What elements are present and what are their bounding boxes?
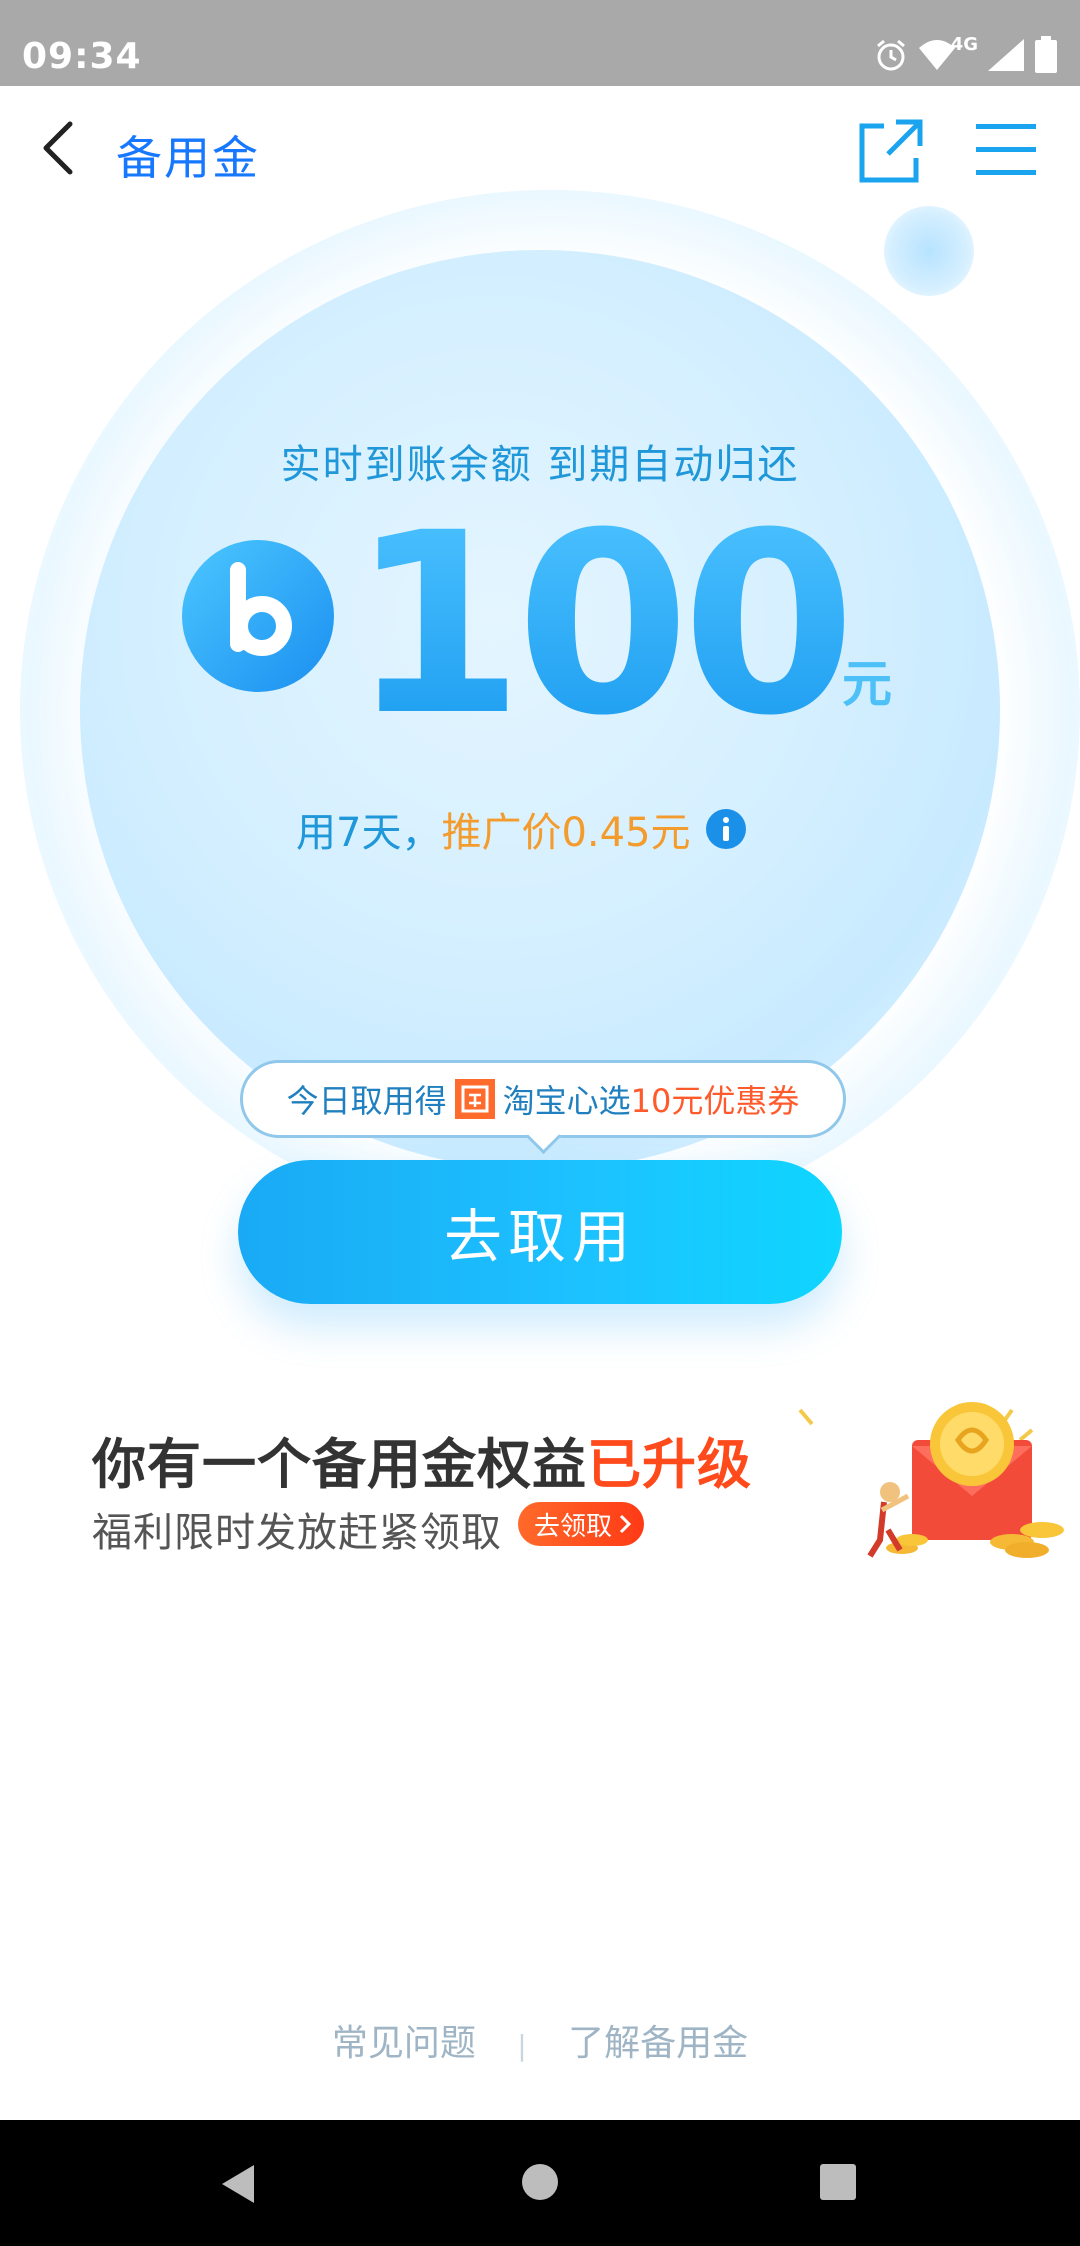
faq-link[interactable]: 常见问题 <box>332 2014 476 2066</box>
signal-icon <box>988 39 1024 71</box>
status-time: 09:34 <box>22 36 142 77</box>
alarm-icon <box>876 39 905 71</box>
about-link[interactable]: 了解备用金 <box>568 2014 748 2066</box>
available-amount: 100 <box>350 479 856 770</box>
claim-button[interactable]: 去领取 <box>518 1502 645 1546</box>
price-duration: 用7天， <box>296 810 442 856</box>
info-icon[interactable] <box>705 808 747 850</box>
system-nav-bar <box>0 2120 1080 2246</box>
promo-title-text: 你有一个备用金权益 <box>92 1433 587 1496</box>
system-home-icon[interactable] <box>520 2162 560 2202</box>
promo-banner[interactable]: 你有一个备用金权益已升级 福利限时发放赶紧领取 去领取 <box>92 1400 1064 1580</box>
share-icon[interactable] <box>858 118 924 184</box>
status-icons: 4G <box>873 30 1058 80</box>
decor-bubble <box>884 206 974 296</box>
promo-title: 你有一个备用金权益已升级 <box>92 1420 752 1499</box>
coupon-store: 淘宝心选 <box>502 1082 631 1120</box>
promo-title-highlight: 已升级 <box>587 1433 752 1496</box>
price-info: 用7天， 推广价0.45元 <box>296 800 747 858</box>
amount-unit: 元 <box>842 655 892 713</box>
claim-button-label: 去领取 <box>534 1511 613 1542</box>
footer-links: 常见问题 | 了解备用金 <box>0 2014 1080 2066</box>
menu-icon[interactable] <box>972 116 1040 184</box>
page-title: 备用金 <box>116 131 260 185</box>
battery-icon <box>1035 36 1057 73</box>
promo-subtitle: 福利限时发放赶紧领取 <box>92 1510 502 1556</box>
taobao-xinxuan-icon <box>454 1079 495 1119</box>
red-envelope-icon <box>798 1402 1064 1558</box>
chevron-right-icon <box>619 1514 632 1534</box>
beiyongjin-logo-icon <box>182 540 334 692</box>
coupon-highlight: 10元优惠券 <box>630 1082 800 1120</box>
footer-separator: | <box>517 2029 527 2062</box>
status-bar: 09:34 4G <box>0 0 1080 86</box>
system-recents-icon[interactable] <box>818 2162 858 2202</box>
back-icon[interactable] <box>34 116 84 180</box>
coupon-tooltip: 今日取用得 淘宝心选 10元优惠券 <box>240 1060 846 1138</box>
withdraw-button[interactable]: 去取用 <box>238 1160 842 1304</box>
system-back-icon[interactable] <box>218 2163 258 2205</box>
price-promo: 推广价0.45元 <box>441 810 691 856</box>
network-type: 4G <box>950 33 978 55</box>
coupon-prefix: 今日取用得 <box>286 1082 447 1120</box>
